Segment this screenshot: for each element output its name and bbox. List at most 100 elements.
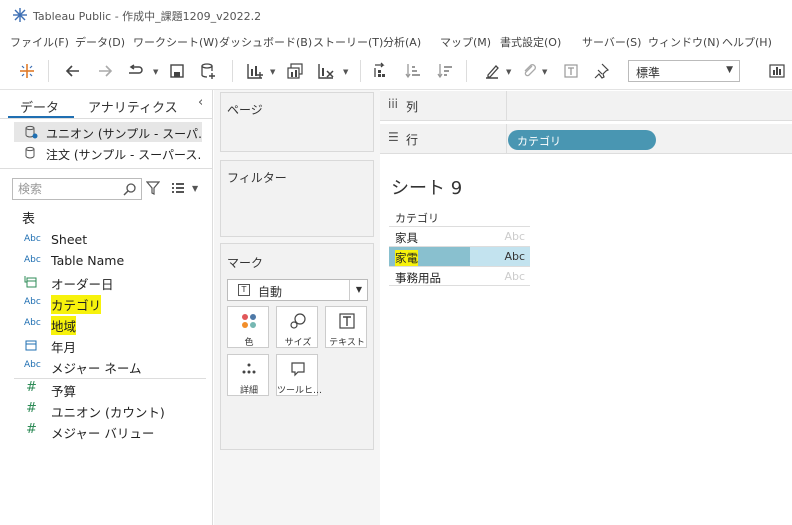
duplicate-sheet-icon[interactable] bbox=[284, 60, 306, 82]
color-button[interactable]: 色 bbox=[227, 306, 269, 348]
chevron-down-icon[interactable]: ▼ bbox=[343, 68, 348, 76]
pages-card[interactable]: ページ bbox=[220, 92, 374, 152]
sort-ascending-icon[interactable] bbox=[402, 60, 424, 82]
shelf-label: 列 bbox=[406, 100, 419, 114]
menu-analysis[interactable]: 分析(A) bbox=[383, 34, 421, 50]
shelf-divider bbox=[506, 91, 507, 121]
button-label: ツールヒ… bbox=[277, 386, 323, 396]
show-mark-labels-icon[interactable] bbox=[560, 60, 582, 82]
collapse-pane-icon[interactable]: ‹ bbox=[198, 95, 203, 110]
mark-type-dropdown[interactable]: T 自動 ▼ bbox=[227, 279, 368, 301]
size-icon bbox=[290, 313, 306, 329]
filter-icon[interactable] bbox=[145, 181, 161, 195]
tab-analytics[interactable]: アナリティクス bbox=[88, 92, 178, 118]
save-icon[interactable] bbox=[166, 60, 188, 82]
chevron-down-icon[interactable]: ▼ bbox=[542, 68, 547, 76]
size-button[interactable]: サイズ bbox=[276, 306, 318, 348]
group-paperclip-icon[interactable] bbox=[518, 60, 540, 82]
datasource-orders[interactable]: 注文 (サンプル - スーパース… bbox=[14, 143, 202, 163]
date-hierarchy-icon bbox=[24, 276, 37, 288]
field-sheet[interactable]: Abc Sheet bbox=[14, 230, 204, 250]
tableau-start-icon[interactable] bbox=[16, 60, 38, 82]
table-row-selected[interactable]: 家電 Abc bbox=[389, 246, 530, 266]
text-button[interactable]: テキスト bbox=[325, 306, 367, 348]
field-region[interactable]: Abc 地域 bbox=[14, 314, 204, 335]
toolbar-divider bbox=[360, 60, 361, 82]
redo-icon[interactable] bbox=[94, 60, 116, 82]
category-pill[interactable]: カテゴリ bbox=[508, 130, 656, 150]
new-worksheet-icon[interactable] bbox=[244, 60, 266, 82]
field-name: ユニオン (カウント) bbox=[51, 405, 165, 420]
string-type-icon: Abc bbox=[24, 255, 41, 265]
field-measure-names[interactable]: Abc メジャー ネーム bbox=[14, 356, 204, 376]
menu-server[interactable]: サーバー(S) bbox=[582, 34, 641, 50]
detail-button[interactable]: 詳細 bbox=[227, 354, 269, 396]
menu-worksheet[interactable]: ワークシート(W) bbox=[133, 34, 218, 50]
divider bbox=[0, 168, 213, 169]
undo-icon[interactable] bbox=[62, 60, 84, 82]
data-pane: データ アナリティクス ‹ ユニオン (サンプル - スーパ… 注文 (サンプル… bbox=[0, 90, 213, 525]
field-name: メジャー バリュー bbox=[51, 426, 155, 441]
columns-shelf[interactable]: iii 列 bbox=[380, 91, 792, 121]
row-category: 家電 bbox=[395, 250, 418, 266]
chevron-down-icon[interactable]: ▼ bbox=[506, 68, 511, 76]
field-search[interactable] bbox=[12, 178, 142, 200]
color-icon bbox=[242, 314, 256, 328]
menu-map[interactable]: マップ(M) bbox=[440, 34, 491, 50]
rows-shelf[interactable]: ☰ 行 カテゴリ bbox=[380, 124, 792, 154]
pin-axis-icon[interactable] bbox=[590, 60, 612, 82]
menu-dashboard[interactable]: ダッシュボード(B) bbox=[219, 34, 312, 50]
clear-sheet-icon[interactable] bbox=[315, 60, 337, 82]
chevron-down-icon[interactable]: ▼ bbox=[192, 184, 198, 193]
tab-data[interactable]: データ bbox=[8, 92, 74, 118]
tooltip-button[interactable]: ツールヒ… bbox=[276, 354, 323, 396]
table-header: 表 bbox=[22, 212, 36, 227]
sheet-title[interactable]: シート 9 bbox=[391, 174, 462, 200]
menu-format[interactable]: 書式設定(O) bbox=[500, 34, 561, 50]
list-view-icon[interactable] bbox=[171, 181, 185, 195]
replay-icon[interactable] bbox=[124, 60, 146, 82]
datasource-icon bbox=[25, 125, 38, 139]
show-me-icon[interactable] bbox=[766, 60, 788, 82]
field-name: 年月 bbox=[51, 340, 77, 355]
field-table-name[interactable]: Abc Table Name bbox=[14, 251, 204, 271]
menu-data[interactable]: データ(D) bbox=[75, 34, 125, 50]
field-union-count[interactable]: # ユニオン (カウント) bbox=[14, 400, 204, 420]
column-header[interactable]: カテゴリ bbox=[395, 210, 439, 226]
menu-help[interactable]: ヘルプ(H) bbox=[722, 34, 772, 50]
field-measure-values[interactable]: # メジャー バリュー bbox=[14, 421, 204, 441]
swap-rows-columns-icon[interactable] bbox=[370, 60, 392, 82]
highlight-pen-icon[interactable] bbox=[481, 60, 503, 82]
table-row[interactable]: 家具 Abc bbox=[389, 226, 530, 246]
search-icon bbox=[123, 183, 136, 196]
field-name: メジャー ネーム bbox=[51, 361, 142, 376]
text-icon bbox=[339, 313, 355, 329]
text-mark-icon: T bbox=[238, 284, 250, 296]
field-order-date[interactable]: オーダー日 bbox=[14, 272, 204, 292]
menu-story[interactable]: ストーリー(T) bbox=[313, 34, 383, 50]
datasource-union[interactable]: ユニオン (サンプル - スーパ… bbox=[14, 122, 202, 142]
menu-file[interactable]: ファイル(F) bbox=[10, 34, 69, 50]
new-datasource-icon[interactable] bbox=[197, 60, 219, 82]
chevron-down-icon[interactable]: ▼ bbox=[270, 68, 275, 76]
field-category[interactable]: Abc カテゴリ bbox=[14, 293, 204, 314]
menu-window[interactable]: ウィンドウ(N) bbox=[648, 34, 720, 50]
table-row[interactable]: 事務用品 Abc bbox=[389, 266, 530, 286]
fit-dropdown[interactable]: 標準 ▼ bbox=[628, 60, 740, 82]
sort-descending-icon[interactable] bbox=[434, 60, 456, 82]
number-type-icon: # bbox=[26, 380, 37, 395]
button-label: サイズ bbox=[284, 338, 312, 348]
field-name: Sheet bbox=[51, 232, 88, 247]
search-input[interactable] bbox=[18, 181, 118, 197]
field-name: Table Name bbox=[51, 253, 125, 268]
field-budget[interactable]: # 予算 bbox=[14, 379, 204, 399]
chevron-down-icon[interactable]: ▼ bbox=[153, 68, 158, 76]
field-year-month[interactable]: 年月 bbox=[14, 335, 204, 355]
card-title: ページ bbox=[227, 103, 263, 117]
row-value: Abc bbox=[504, 230, 525, 243]
marks-card: マーク T 自動 ▼ 色 サイズ テキスト 詳細 ツールヒ… bbox=[220, 243, 374, 450]
tab-underline bbox=[0, 118, 213, 119]
filters-card[interactable]: フィルター bbox=[220, 160, 374, 237]
string-type-icon: Abc bbox=[24, 234, 41, 244]
toolbar-divider bbox=[466, 60, 467, 82]
